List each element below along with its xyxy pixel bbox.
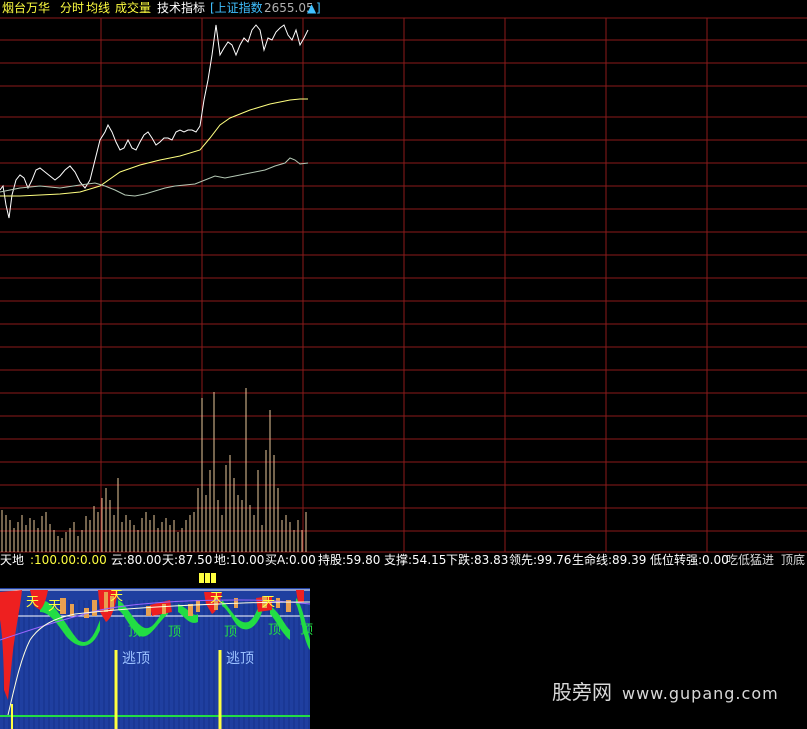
chart-canvas: 天天天天天顶顶顶顶顶逃顶 逃顶 xyxy=(0,17,807,729)
sub-label-ding-2: 顶 xyxy=(268,623,281,638)
sub-label-ding-3: 顶 xyxy=(300,623,313,638)
ind-xiadie: 下跌:83.83 xyxy=(446,553,509,567)
indicator-row: 天地 :100.00 :0.00 云:80.00 天:87.50 地:10.00… xyxy=(0,552,807,570)
ind-yun: 云:80.00 xyxy=(111,553,162,567)
sub-label-escape-0: 逃顶 xyxy=(122,651,150,667)
ind-diweizhuanqiang: 低位转强:0.00 xyxy=(650,553,729,567)
ind-shengmingxian: 生命线:89.39 xyxy=(572,553,647,567)
sub-orange-bar-8 xyxy=(188,604,193,616)
average-price-line xyxy=(0,98,308,197)
sub-orange-bar-7 xyxy=(162,604,166,614)
price-line xyxy=(0,24,309,219)
ind-tian: 天:87.50 xyxy=(162,553,213,567)
sub-top-marker-0 xyxy=(199,573,204,583)
ind-tiandi: 天地 xyxy=(0,553,25,567)
sub-orange-bar-9 xyxy=(196,600,200,612)
sub-label-tian-4: 天 xyxy=(262,595,275,610)
index-line xyxy=(0,157,309,197)
ind-chigu: 持股:59.80 xyxy=(318,553,381,567)
watermark-url: www.gupang.com xyxy=(622,684,779,703)
sub-label-tian-3: 天 xyxy=(210,591,223,606)
sub-label-ding-4: 顶 xyxy=(128,625,141,640)
sub-top-marker-1 xyxy=(205,573,210,583)
sub-orange-bar-3 xyxy=(92,600,97,616)
sub-orange-bar-13 xyxy=(276,598,280,608)
ind-di: 地:10.00 xyxy=(214,553,265,567)
ind-value-100: :100.00 xyxy=(30,553,77,567)
watermark: 股旁网 www.gupang.com xyxy=(552,676,779,705)
sub-label-ding-1: 顶 xyxy=(224,625,237,640)
sub-label-tian-2: 天 xyxy=(110,589,123,604)
watermark-site-name: 股旁网 xyxy=(552,680,612,704)
sub-top-marker-2 xyxy=(211,573,216,583)
sub-label-tian-1: 天 xyxy=(48,599,61,614)
sub-label-escape-1: 逃顶 xyxy=(226,651,254,667)
ind-value-0: :0.00 xyxy=(76,553,107,567)
ind-zhicheng: 支撑:54.15 xyxy=(384,553,447,567)
ind-dingdi: 顶底 xyxy=(781,553,806,567)
ind-chidimengjin: 吃低猛进 xyxy=(726,553,775,567)
ind-lingxian: 领先:99.76 xyxy=(509,553,572,567)
sub-label-tian-0: 天 xyxy=(26,595,39,610)
ind-mai-a: 买A:0.00 xyxy=(265,553,316,567)
sub-label-ding-0: 顶 xyxy=(168,625,181,640)
